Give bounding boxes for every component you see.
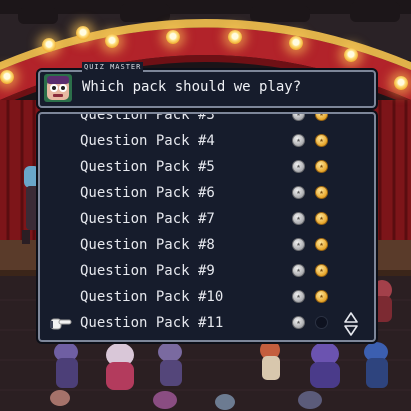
- pack-label: Question Pack #4: [80, 133, 215, 149]
- pack-item-6[interactable]: Question Pack #6 ★ ★: [40, 180, 374, 206]
- empty-medal-slot-icon: [315, 316, 328, 329]
- gold-medal-icon: ★: [315, 290, 328, 303]
- gold-medal-icon: ★: [315, 114, 328, 121]
- scroll-arrows-icon[interactable]: [344, 312, 358, 336]
- pointing-hand-icon: [50, 318, 72, 330]
- dialogue-question: Which pack should we play?: [82, 79, 302, 95]
- silver-medal-icon: ★: [292, 160, 305, 173]
- pack-item-10[interactable]: Question Pack #10 ★ ★: [40, 284, 374, 310]
- pack-label: Question Pack #11: [80, 315, 224, 331]
- stage-light: [105, 34, 119, 48]
- pack-item-5[interactable]: Question Pack #5 ★ ★: [40, 154, 374, 180]
- pack-label: Question Pack #6: [80, 185, 215, 201]
- gold-medal-icon: ★: [315, 186, 328, 199]
- pack-label: Question Pack #3: [80, 112, 215, 123]
- stage-light: [228, 30, 242, 44]
- pack-label: Question Pack #8: [80, 237, 215, 253]
- pack-item-8[interactable]: Question Pack #8 ★ ★: [40, 232, 374, 258]
- silver-medal-icon: ★: [292, 290, 305, 303]
- silver-medal-icon: ★: [292, 114, 305, 121]
- pack-item-9[interactable]: Question Pack #9 ★ ★: [40, 258, 374, 284]
- stage-light: [394, 76, 408, 90]
- pack-label: Question Pack #10: [80, 289, 224, 305]
- gold-medal-icon: ★: [315, 134, 328, 147]
- list-item-partial[interactable]: Question Pack #3 ★ ★: [40, 112, 374, 128]
- pack-item-4[interactable]: Question Pack #4 ★ ★: [40, 128, 374, 154]
- pack-item-11[interactable]: Question Pack #11 ★: [40, 310, 374, 336]
- silver-medal-icon: ★: [292, 134, 305, 147]
- gold-medal-icon: ★: [315, 160, 328, 173]
- stage-light: [0, 70, 14, 84]
- stage-light: [289, 36, 303, 50]
- stage-light: [344, 48, 358, 62]
- silver-medal-icon: ★: [292, 212, 305, 225]
- pack-item-7[interactable]: Question Pack #7 ★ ★: [40, 206, 374, 232]
- stage-light: [42, 38, 56, 52]
- gold-medal-icon: ★: [315, 212, 328, 225]
- gold-medal-icon: ★: [315, 264, 328, 277]
- gold-medal-icon: ★: [315, 238, 328, 251]
- silver-medal-icon: ★: [292, 186, 305, 199]
- speaker-name: QUIZ MASTER: [82, 62, 144, 72]
- pack-label: Question Pack #9: [80, 263, 215, 279]
- silver-medal-icon: ★: [292, 316, 305, 329]
- pack-label: Question Pack #7: [80, 211, 215, 227]
- pack-label: Question Pack #5: [80, 159, 215, 175]
- stage-light: [166, 30, 180, 44]
- stage-light: [76, 26, 90, 40]
- pack-selection-menu[interactable]: Question Pack #3 ★ ★ Question Pack #4 ★ …: [38, 112, 376, 342]
- silver-medal-icon: ★: [292, 264, 305, 277]
- quiz-master-portrait-icon: [44, 74, 72, 102]
- silver-medal-icon: ★: [292, 238, 305, 251]
